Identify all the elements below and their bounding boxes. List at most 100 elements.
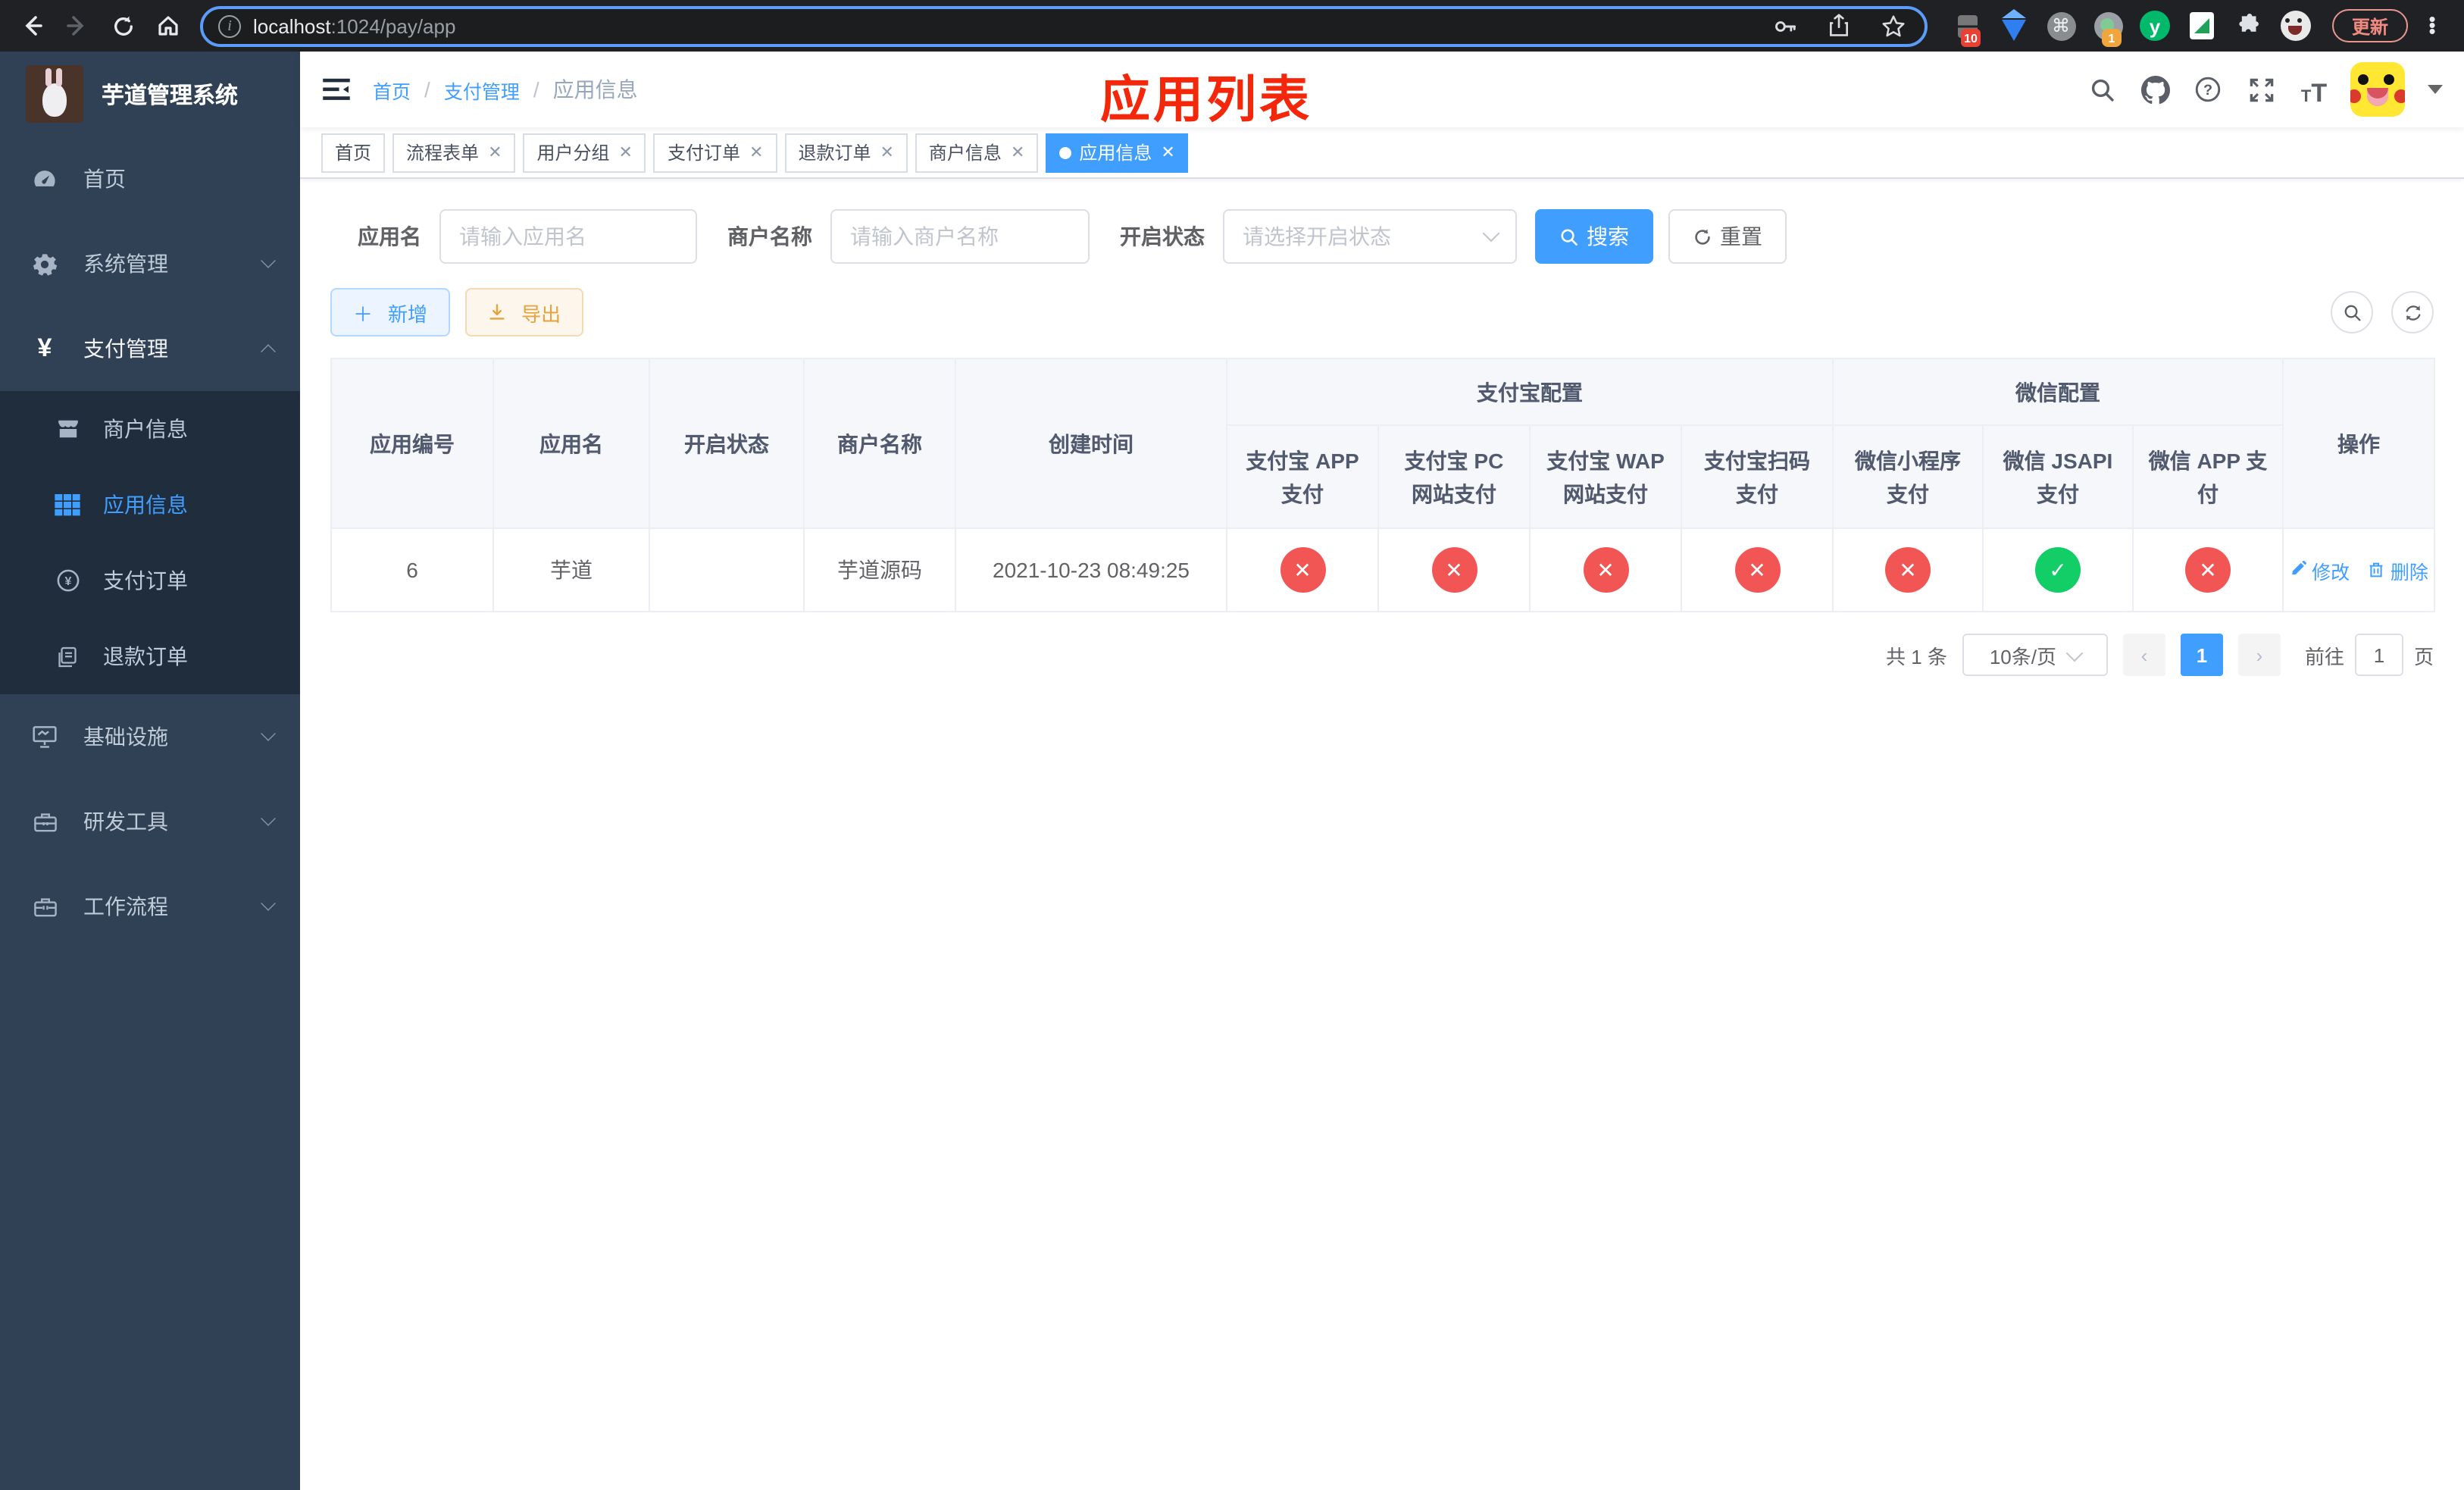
sidebar-item-payment[interactable]: ¥ 支付管理 [0,306,300,391]
tag-process-form[interactable]: 流程表单 ✕ [392,133,516,172]
extension-gem-icon[interactable] [1999,11,2029,41]
close-icon[interactable]: ✕ [1011,142,1024,162]
close-icon[interactable]: ✕ [619,142,633,162]
cell-status [649,527,805,612]
toolbox-icon [32,810,58,833]
svg-text:?: ? [2203,82,2212,99]
cross-icon: ✕ [1885,547,1931,593]
merchant-name-label: 商户名称 [727,224,812,249]
active-dot [1059,146,1072,158]
profile-avatar-icon[interactable] [2281,11,2311,41]
page-number-1[interactable]: 1 [2180,634,2223,676]
delete-button[interactable]: 删除 [2368,556,2428,584]
sidebar-item-infra[interactable]: 基础设施 [0,694,300,779]
breadcrumb: 首页 / 支付管理 / 应用信息 [373,74,638,105]
tag-refund-order[interactable]: 退款订单 ✕ [784,133,908,172]
col-header-status: 开启状态 [649,358,805,529]
refund-icon [55,645,80,668]
extension-grid-icon[interactable]: 10 [1952,11,1982,47]
goto-page-input[interactable] [2354,634,2403,676]
sidebar-item-refund-order[interactable]: 退款订单 [0,618,300,694]
help-icon[interactable]: ? [2191,73,2225,106]
cross-icon: ✕ [1431,547,1477,593]
sidebar-item-pay-order[interactable]: ¥ 支付订单 [0,543,300,618]
search-icon[interactable] [2085,73,2118,106]
close-icon[interactable]: ✕ [1161,142,1174,162]
site-info-icon[interactable]: i [218,14,241,37]
user-menu-caret-icon[interactable] [2428,85,2443,94]
extensions-puzzle-icon[interactable] [2234,11,2264,41]
sidebar-item-app-info[interactable]: 应用信息 [0,467,300,543]
sidebar-toggle-icon[interactable] [300,52,373,127]
add-button[interactable]: ＋新增 [330,288,451,337]
refresh-table-button[interactable] [2391,291,2434,333]
tag-pay-order[interactable]: 支付订单 ✕ [653,133,777,172]
col-header-app-name: 应用名 [492,358,650,529]
tag-home[interactable]: 首页 [321,133,386,172]
toggle-search-button[interactable] [2331,291,2373,333]
browser-update-button[interactable]: 更新 [2332,9,2409,42]
font-size-icon[interactable]: TT [2297,73,2331,106]
user-avatar[interactable] [2350,62,2405,117]
tag-merchant-info[interactable]: 商户信息 ✕ [915,133,1039,172]
close-icon[interactable]: ✕ [488,142,502,162]
github-icon[interactable] [2138,73,2172,106]
browser-toolbar: i localhost:1024/pay/app 10 ⌘ 1 y 更新 • • • [0,0,2464,52]
check-icon: ✓ [2035,547,2081,593]
back-icon[interactable] [12,6,52,45]
goto-label: 前往 [2304,645,2344,668]
extension-y-icon[interactable]: y [2140,11,2170,41]
prev-page-button[interactable]: ‹ [2122,634,2165,676]
app-name-label: 应用名 [358,224,421,249]
pay-order-icon: ¥ [55,568,80,593]
breadcrumb-current: 应用信息 [552,77,638,102]
extension-recorder-icon[interactable]: 1 [2093,11,2123,47]
status-select[interactable]: 请选择开启状态 [1223,209,1517,264]
col-header-wx-jsapi: 微信 JSAPI 支付 [1982,424,2134,529]
close-icon[interactable]: ✕ [749,142,763,162]
sidebar-item-devtools[interactable]: 研发工具 [0,779,300,864]
edit-button[interactable]: 修改 [2289,556,2350,584]
tag-user-group[interactable]: 用户分组 ✕ [523,133,646,172]
breadcrumb-payment[interactable]: 支付管理 [444,75,520,104]
page-annotation: 应用列表 [1100,71,1312,127]
export-button[interactable]: 导出 [465,288,584,337]
plus-icon: ＋ [353,302,374,325]
browser-menu-icon[interactable]: • • • [2423,9,2441,41]
sidebar-item-workflow[interactable]: 工作流程 [0,864,300,949]
screen: i localhost:1024/pay/app 10 ⌘ 1 y 更新 • • • [0,0,2464,1490]
home-icon[interactable] [149,6,188,45]
cross-icon: ✕ [2185,547,2231,593]
chevron-down-icon [261,896,276,911]
breadcrumb-home[interactable]: 首页 [373,75,411,104]
reload-icon[interactable] [103,6,142,45]
app-main: 应用名 商户名称 开启状态 请选择开启状态 搜索 重置 ＋新增 导出 [300,179,2464,1490]
share-icon[interactable] [1821,9,1855,42]
cell-created: 2021-10-23 08:49:25 [955,527,1227,612]
bookmark-star-icon[interactable] [1876,9,1909,42]
col-header-app-id: 应用编号 [330,358,494,529]
app-title: 芋道管理系统 [102,83,239,108]
forward-icon[interactable] [58,6,97,45]
next-page-button[interactable]: › [2237,634,2281,676]
password-key-icon[interactable] [1767,9,1800,42]
extension-command-icon[interactable]: ⌘ [2046,11,2076,41]
app-name-input[interactable] [439,209,697,264]
sidebar-item-home[interactable]: 首页 [0,136,300,221]
reset-button[interactable]: 重置 [1668,209,1787,264]
url-path: :1024/pay/app [330,14,456,37]
col-header-alipay-pc: 支付宝 PC 网站支付 [1377,424,1531,529]
cell-merchant: 芋道源码 [803,527,956,612]
page-size-select[interactable]: 10条/页 [1962,634,2108,676]
fullscreen-icon[interactable] [2244,73,2278,106]
col-header-wx-app: 微信 APP 支付 [2131,424,2284,529]
sidebar-item-merchant-info[interactable]: 商户信息 [0,391,300,467]
address-bar[interactable]: i localhost:1024/pay/app [200,5,1928,46]
merchant-name-input[interactable] [830,209,1090,264]
extension-doc-icon[interactable] [2187,11,2217,41]
search-button[interactable]: 搜索 [1535,209,1653,264]
sidebar-item-system[interactable]: 系统管理 [0,221,300,306]
tag-app-info[interactable]: 应用信息 ✕ [1046,133,1189,172]
cross-icon: ✕ [1280,547,1325,593]
close-icon[interactable]: ✕ [880,142,893,162]
